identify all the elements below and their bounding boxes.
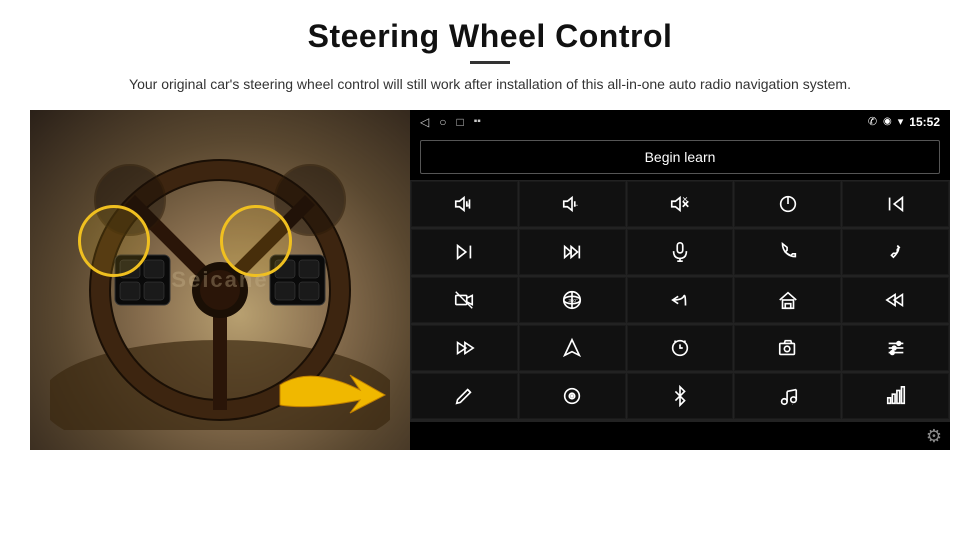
- vol-up-icon: +: [453, 193, 475, 215]
- spectrum-button[interactable]: [842, 373, 949, 419]
- nav-home-icon[interactable]: ○: [439, 115, 446, 129]
- phone-button[interactable]: [734, 229, 841, 275]
- bluetooth-icon: [669, 385, 691, 407]
- source-button[interactable]: [627, 325, 734, 371]
- car-background: Seicane: [30, 110, 410, 450]
- camera-button[interactable]: [734, 325, 841, 371]
- home-button[interactable]: [734, 277, 841, 323]
- page: Steering Wheel Control Your original car…: [0, 0, 980, 547]
- nav-icon: [561, 337, 583, 359]
- ff-button[interactable]: [411, 325, 518, 371]
- settings-row: ⚙: [410, 422, 950, 450]
- phone-status-icon: ✆: [868, 115, 877, 128]
- pen-button[interactable]: [411, 373, 518, 419]
- settings-gear-button[interactable]: ⚙: [926, 426, 942, 446]
- cam-mute-button[interactable]: [411, 277, 518, 323]
- music-button[interactable]: ♩: [734, 373, 841, 419]
- content-row: Seicane ◁ ○ □ ▪▪ ✆ ◉ ▾ 15:52: [30, 110, 950, 450]
- mute-icon: ✕: [669, 193, 691, 215]
- prev-track-icon: [885, 193, 907, 215]
- power-icon: [777, 193, 799, 215]
- hang-up-icon: [885, 241, 907, 263]
- power-button[interactable]: [734, 181, 841, 227]
- clock: 15:52: [909, 115, 940, 129]
- wifi-status-icon: ▾: [898, 115, 904, 128]
- view-360-icon: 360°: [561, 289, 583, 311]
- radio-button[interactable]: [519, 373, 626, 419]
- svg-text:✕: ✕: [682, 195, 688, 204]
- begin-learn-button[interactable]: Begin learn: [420, 140, 940, 174]
- skip-next-button[interactable]: [411, 229, 518, 275]
- page-subtitle: Your original car's steering wheel contr…: [129, 74, 851, 96]
- skip-prev-icon: [885, 289, 907, 311]
- skip-next-icon: [453, 241, 475, 263]
- skip-ff-icon: [561, 241, 583, 263]
- spectrum-icon: [885, 385, 907, 407]
- eq-button[interactable]: [842, 325, 949, 371]
- svg-text:360°: 360°: [569, 298, 579, 303]
- source-icon: [669, 337, 691, 359]
- view-360-button[interactable]: 360°: [519, 277, 626, 323]
- ff-icon: [453, 337, 475, 359]
- vol-down-button[interactable]: −: [519, 181, 626, 227]
- mic-icon: [669, 241, 691, 263]
- mute-button[interactable]: ✕: [627, 181, 734, 227]
- status-bar: ◁ ○ □ ▪▪ ✆ ◉ ▾ 15:52: [410, 110, 950, 134]
- highlight-left: [78, 205, 150, 277]
- android-panel: ◁ ○ □ ▪▪ ✆ ◉ ▾ 15:52 Begin learn: [410, 110, 950, 450]
- bluetooth-button[interactable]: [627, 373, 734, 419]
- nav-back-icon[interactable]: ◁: [420, 115, 429, 129]
- page-title: Steering Wheel Control: [308, 18, 673, 55]
- nav-recents-icon[interactable]: □: [456, 115, 463, 129]
- highlight-right: [220, 205, 292, 277]
- controls-grid: + − ✕: [410, 180, 950, 422]
- prev-track-button[interactable]: [842, 181, 949, 227]
- home-icon: [777, 289, 799, 311]
- camera-icon: [777, 337, 799, 359]
- skip-ff-button[interactable]: [519, 229, 626, 275]
- radio-icon: [561, 385, 583, 407]
- music-icon: ♩: [777, 385, 799, 407]
- car-image-section: Seicane: [30, 110, 410, 450]
- pen-icon: [453, 385, 475, 407]
- location-status-icon: ◉: [883, 116, 892, 127]
- vol-down-icon: −: [561, 193, 583, 215]
- back-nav-icon: [669, 289, 691, 311]
- hang-up-button[interactable]: [842, 229, 949, 275]
- skip-prev-button[interactable]: [842, 277, 949, 323]
- status-bar-left: ◁ ○ □ ▪▪: [420, 115, 481, 129]
- back-nav-button[interactable]: [627, 277, 734, 323]
- title-divider: [470, 61, 510, 64]
- eq-icon: [885, 337, 907, 359]
- yellow-arrow: [270, 355, 400, 435]
- mic-button[interactable]: [627, 229, 734, 275]
- status-bar-right: ✆ ◉ ▾ 15:52: [868, 115, 940, 129]
- cam-mute-icon: [453, 289, 475, 311]
- signal-icon: ▪▪: [474, 116, 481, 127]
- svg-text:♩: ♩: [791, 402, 796, 407]
- svg-text:−: −: [574, 200, 578, 209]
- phone-icon: [777, 241, 799, 263]
- begin-learn-row: Begin learn: [410, 134, 950, 180]
- svg-text:+: +: [466, 200, 470, 209]
- nav-button[interactable]: [519, 325, 626, 371]
- vol-up-button[interactable]: +: [411, 181, 518, 227]
